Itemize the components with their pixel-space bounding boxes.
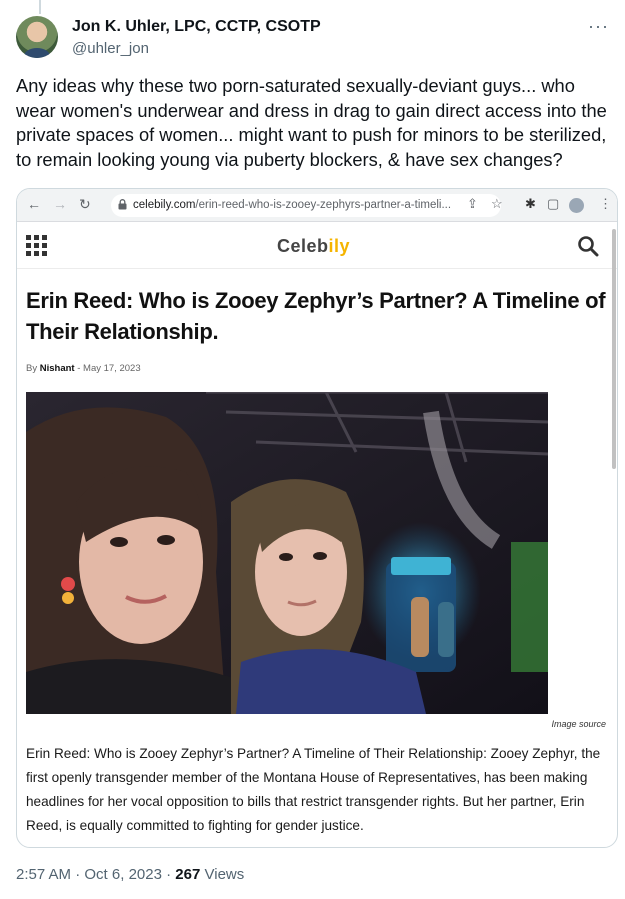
author-name[interactable]: Jon K. Uhler, LPC, CCTP, CSOTP <box>72 18 321 36</box>
reload-icon: ↻ <box>79 196 91 212</box>
image-source-caption: Image source <box>551 719 606 729</box>
byline-separator: - <box>77 363 81 374</box>
url-text: celebily.com/erin-reed-who-is-zooey-zeph… <box>133 199 483 211</box>
scrollbar <box>612 229 616 469</box>
logo-accent: ily <box>328 236 351 256</box>
extensions-icon: ✱ <box>525 196 536 211</box>
sidebar-icon: ▢ <box>547 196 560 211</box>
address-bar: celebily.com/erin-reed-who-is-zooey-zeph… <box>111 194 501 217</box>
article-date: May 17, 2023 <box>83 363 141 374</box>
author-handle[interactable]: @uhler_jon <box>72 40 149 57</box>
attached-screenshot[interactable]: ← → ↻ celebily.com/erin-reed-who-is-zooe… <box>16 188 618 848</box>
tweet-date[interactable]: Oct 6, 2023 <box>84 866 162 883</box>
profile-icon <box>569 198 584 213</box>
views-label: Views <box>204 866 245 883</box>
meta-separator: · <box>75 866 81 883</box>
url-domain: celebily.com <box>133 199 196 211</box>
share-icon: ⇪ <box>467 196 478 211</box>
search-icon <box>578 236 599 257</box>
star-icon: ☆ <box>491 196 503 211</box>
by-prefix: By <box>26 363 38 374</box>
thread-line <box>39 0 41 14</box>
tweet-header: Jon K. Uhler, LPC, CCTP, CSOTP @uhler_jo… <box>16 16 609 64</box>
back-arrow-icon: ← <box>27 196 41 212</box>
avatar[interactable] <box>16 16 58 58</box>
article-body: Erin Reed: Who is Zooey Zephyr’s Partner… <box>26 746 601 833</box>
site-header: Celebily <box>17 223 617 269</box>
byline: By Nishant - May 17, 2023 <box>26 363 141 374</box>
forward-arrow-icon: → <box>53 196 67 212</box>
article-photo <box>26 392 548 714</box>
logo-main: Celeb <box>277 236 329 256</box>
browser-toolbar: ← → ↻ celebily.com/erin-reed-who-is-zooe… <box>17 189 617 222</box>
kebab-icon: ⋮ <box>599 196 612 211</box>
meta-separator: · <box>166 866 172 883</box>
url-path: /erin-reed-who-is-zooey-zephyrs-partner-… <box>195 199 452 211</box>
tweet-meta: 2:57 AM · Oct 6, 2023 · 267 Views <box>16 866 244 883</box>
tweet-time[interactable]: 2:57 AM <box>16 866 71 883</box>
menu-grid-icon <box>26 235 48 257</box>
lock-icon <box>118 199 127 210</box>
tweet-text: Any ideas why these two porn-saturated s… <box>16 75 607 170</box>
site-logo: Celebily <box>277 236 350 257</box>
more-dots-icon[interactable]: ··· <box>588 16 609 37</box>
article-author: Nishant <box>39 363 75 374</box>
views-count: 267 <box>175 866 201 883</box>
article-title: Erin Reed: Who is Zooey Zephyr’s Partner… <box>26 288 606 344</box>
avatar-shirt <box>24 48 50 58</box>
